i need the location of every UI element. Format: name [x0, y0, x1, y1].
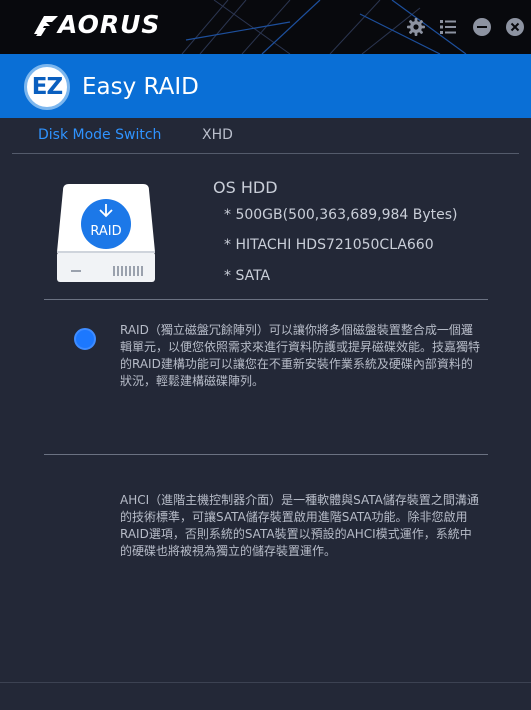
divider: [44, 299, 488, 300]
ez-badge: EZ: [24, 64, 70, 110]
page-title: Easy RAID: [82, 74, 199, 100]
disk-capacity: * 500GB(500,363,689,984 Bytes): [224, 207, 458, 223]
tab-divider: [12, 153, 519, 154]
close-icon[interactable]: [505, 17, 525, 37]
disk-title: OS HDD: [213, 178, 278, 197]
footer-divider: [0, 682, 531, 683]
ahci-description: AHCI（進階主機控制器介面）是一種軟體與SATA儲存裝置之間溝通的技術標準，可…: [120, 493, 479, 558]
tab-disk-mode-switch[interactable]: Disk Mode Switch: [38, 127, 161, 143]
aorus-eagle-logo: [34, 16, 58, 36]
minimize-icon[interactable]: [472, 17, 492, 37]
brand-name: AORUS: [58, 10, 161, 39]
raid-description: RAID（獨立磁盤冗餘陣列）可以讓你將多個磁盤裝置整合成一個邏輯單元，以便您依照…: [120, 323, 481, 388]
gear-icon[interactable]: [406, 17, 426, 37]
app-header: EZ Easy RAID: [0, 54, 531, 118]
divider: [44, 454, 488, 455]
disk-icon-label: RAID: [90, 224, 121, 239]
hard-drive-icon: RAID: [57, 184, 155, 282]
disk-interface: * SATA: [224, 268, 271, 284]
raid-mode-radio[interactable]: [74, 328, 96, 350]
list-icon[interactable]: [438, 17, 458, 37]
tab-xhd[interactable]: XHD: [202, 127, 233, 143]
title-bar: AORUS: [0, 0, 531, 54]
disk-model: * HITACHI HDS721050CLA660: [224, 237, 434, 253]
